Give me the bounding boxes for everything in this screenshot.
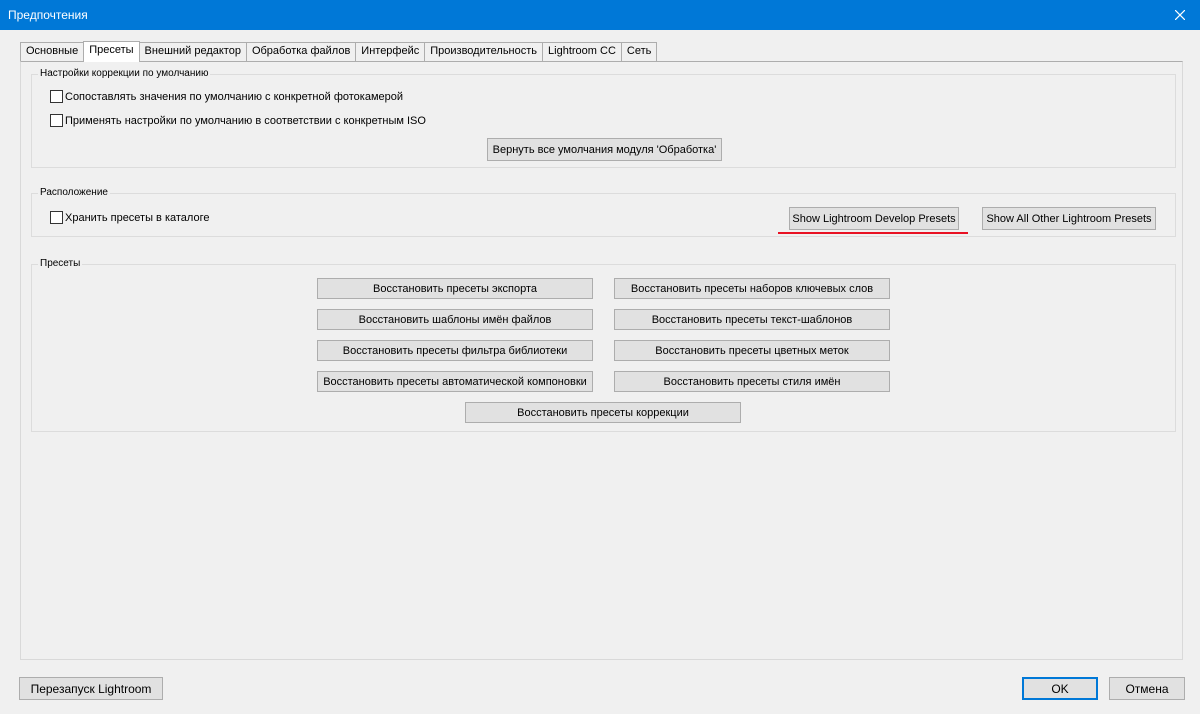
camera-defaults-checkbox[interactable]: Сопоставлять значения по умолчанию с кон… (50, 90, 403, 103)
tab-lightroom-cc[interactable]: Lightroom CC (542, 42, 622, 61)
restore-filename-templates-button[interactable]: Восстановить шаблоны имён файлов (317, 309, 593, 330)
location-group-label: Расположение (38, 187, 110, 198)
defaults-group-label: Настройки коррекции по умолчанию (38, 68, 211, 79)
highlight-underline (778, 232, 968, 234)
tab-performance[interactable]: Производительность (424, 42, 544, 61)
ok-button[interactable]: OK (1022, 677, 1098, 700)
tab-presets[interactable]: Пресеты (83, 41, 140, 62)
checkbox-box[interactable] (50, 114, 63, 127)
presets-group-label: Пресеты (38, 258, 83, 269)
cancel-button[interactable]: Отмена (1109, 677, 1185, 700)
tab-file-handling[interactable]: Обработка файлов (245, 42, 357, 61)
restore-export-presets-button[interactable]: Восстановить пресеты экспорта (317, 278, 593, 299)
store-presets-checkbox[interactable]: Хранить пресеты в каталоге (50, 211, 209, 224)
restore-text-templates-button[interactable]: Восстановить пресеты текст-шаблонов (614, 309, 890, 330)
tab-interface[interactable]: Интерфейс (355, 42, 426, 61)
defaults-group: Настройки коррекции по умолчанию Сопоста… (31, 68, 1176, 168)
iso-defaults-checkbox[interactable]: Применять настройки по умолчанию в соотв… (50, 114, 426, 127)
camera-defaults-label: Сопоставлять значения по умолчанию с кон… (65, 90, 404, 103)
show-develop-presets-button[interactable]: Show Lightroom Develop Presets (789, 207, 959, 230)
store-presets-label: Хранить пресеты в каталоге (65, 211, 210, 224)
show-other-presets-button[interactable]: Show All Other Lightroom Presets (982, 207, 1156, 230)
checkbox-box[interactable] (50, 90, 63, 103)
checkbox-box[interactable] (50, 211, 63, 224)
reset-develop-defaults-button[interactable]: Вернуть все умолчания модуля 'Обработка' (487, 138, 722, 161)
location-group: Расположение Хранить пресеты в каталоге … (31, 187, 1176, 237)
restore-keyword-set-presets-button[interactable]: Восстановить пресеты наборов ключевых сл… (614, 278, 890, 299)
window-title: Предпочтения (8, 8, 88, 22)
tab-basic[interactable]: Основные (20, 42, 85, 61)
tab-network[interactable]: Сеть (620, 42, 658, 61)
presets-pane: Настройки коррекции по умолчанию Сопоста… (20, 61, 1183, 660)
restart-lightroom-button[interactable]: Перезапуск Lightroom (19, 677, 163, 700)
restore-name-style-presets-button[interactable]: Восстановить пресеты стиля имён (614, 371, 890, 392)
restore-library-filter-presets-button[interactable]: Восстановить пресеты фильтра библиотеки (317, 340, 593, 361)
tab-bar: Основные Пресеты Внешний редактор Обрабо… (20, 41, 658, 62)
presets-group: Пресеты Восстановить пресеты экспорта Во… (31, 258, 1176, 432)
restore-auto-layout-presets-button[interactable]: Восстановить пресеты автоматической комп… (317, 371, 593, 392)
restore-develop-presets-button[interactable]: Восстановить пресеты коррекции (465, 402, 741, 423)
title-bar: Предпочтения (0, 0, 1200, 30)
close-icon[interactable] (1160, 0, 1200, 30)
iso-defaults-label: Применять настройки по умолчанию в соотв… (65, 114, 426, 127)
restore-color-label-presets-button[interactable]: Восстановить пресеты цветных меток (614, 340, 890, 361)
tab-external-editor[interactable]: Внешний редактор (138, 42, 247, 61)
